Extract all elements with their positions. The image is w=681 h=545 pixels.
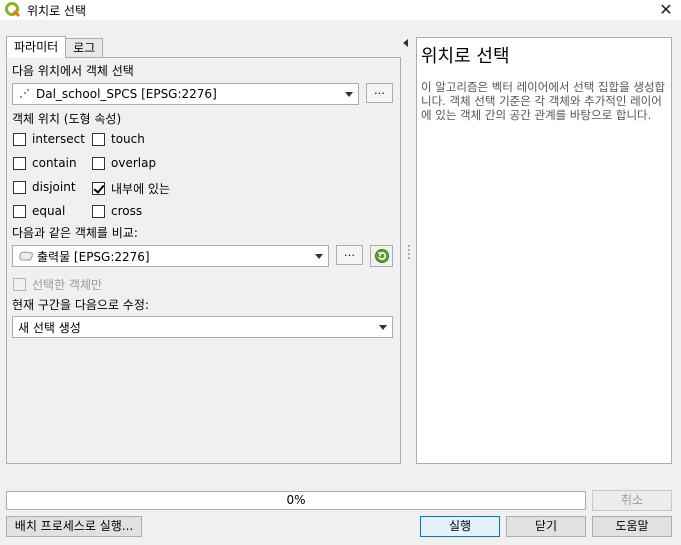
checkbox-checked[interactable] [92,182,105,195]
modify-selection-combo[interactable]: 새 선택 생성 [12,316,393,338]
modify-selection-label: 현재 구간을 다음으로 수정: [12,298,149,312]
modify-selection-value: 새 선택 생성 [18,320,81,335]
predicate-intersect[interactable]: intersect [13,132,85,146]
close-icon[interactable]: ✕ [657,1,675,19]
splitter-handle[interactable] [408,245,410,259]
predicate-equal-label: equal [32,204,66,218]
window-title: 위치로 선택 [27,3,87,18]
checkbox[interactable] [13,132,26,146]
predicate-overlap[interactable]: overlap [92,156,156,170]
checkbox[interactable] [13,204,26,218]
predicate-disjoint-label: disjoint [32,180,76,194]
predicate-within[interactable]: 내부에 있는 [92,180,170,197]
progress-text: 0% [286,493,306,507]
checkbox[interactable] [92,156,105,170]
source-layer-value: Dal_school_SPCS [EPSG:2276] [36,87,217,101]
predicate-touch-label: touch [111,132,145,146]
close-button[interactable]: 닫기 [506,516,586,537]
point-layer-icon [18,87,32,101]
predicate-cross[interactable]: cross [92,204,142,218]
parameters-panel: 다음 위치에서 객체 선택 Dal_school_SPCS [EPSG:2276… [6,57,401,464]
tab-log[interactable]: 로그 [65,38,104,58]
iterate-icon [374,248,390,264]
chevron-down-icon [315,254,323,259]
predicate-cross-label: cross [111,204,143,218]
iterate-button[interactable] [370,245,393,267]
predicate-touch[interactable]: touch [92,132,145,146]
checkbox[interactable] [92,204,105,218]
checkbox-disabled[interactable] [13,278,26,291]
help-button[interactable]: 도움말 [592,516,672,537]
compare-label: 다음과 같은 객체를 비교: [12,226,138,240]
qgis-icon [5,2,21,18]
selected-only-label: 선택한 객체만 [32,278,103,292]
predicate-within-label: 내부에 있는 [111,182,171,196]
tab-parameters[interactable]: 파라미터 [6,36,67,58]
predicate-overlap-label: overlap [111,156,157,170]
batch-process-button[interactable]: 배치 프로세스로 실행... [6,516,142,537]
compare-layer-value: 출력물 [EPSG:2276] [37,249,150,264]
help-description: 이 알고리즘은 벡터 레이어에서 선택 집합을 생성합니다. 객체 선택 기준은… [421,80,666,122]
select-from-label: 다음 위치에서 객체 선택 [12,64,134,78]
help-title: 위치로 선택 [421,46,510,67]
predicate-intersect-label: intersect [32,132,85,146]
predicate-contain-label: contain [32,156,77,170]
predicate-equal[interactable]: equal [13,204,65,218]
chevron-down-icon [379,325,387,330]
source-layer-browse-button[interactable]: … [366,83,393,103]
tab-bar: 파라미터 로그 [6,36,104,58]
progress-bar: 0% [6,491,586,510]
checkbox[interactable] [13,156,26,170]
predicate-disjoint[interactable]: disjoint [13,180,76,194]
run-button[interactable]: 실행 [420,516,500,537]
checkbox[interactable] [13,180,26,194]
cancel-button[interactable]: 취소 [592,490,672,511]
selected-only-option[interactable]: 선택한 객체만 [13,276,102,293]
title-bar: 위치로 선택 ✕ [0,0,681,20]
polygon-layer-icon [18,249,34,263]
chevron-down-icon [345,92,353,97]
help-panel: 위치로 선택 이 알고리즘은 벡터 레이어에서 선택 집합을 생성합니다. 객체… [416,37,672,464]
predicate-contain[interactable]: contain [13,156,77,170]
compare-layer-combo[interactable]: 출력물 [EPSG:2276] [12,245,329,267]
compare-layer-browse-button[interactable]: … [336,245,363,265]
collapse-help-icon[interactable] [403,39,408,47]
checkbox[interactable] [92,132,105,146]
predicate-label: 객체 위치 (도형 속성) [12,112,122,126]
source-layer-combo[interactable]: Dal_school_SPCS [EPSG:2276] [12,83,359,105]
